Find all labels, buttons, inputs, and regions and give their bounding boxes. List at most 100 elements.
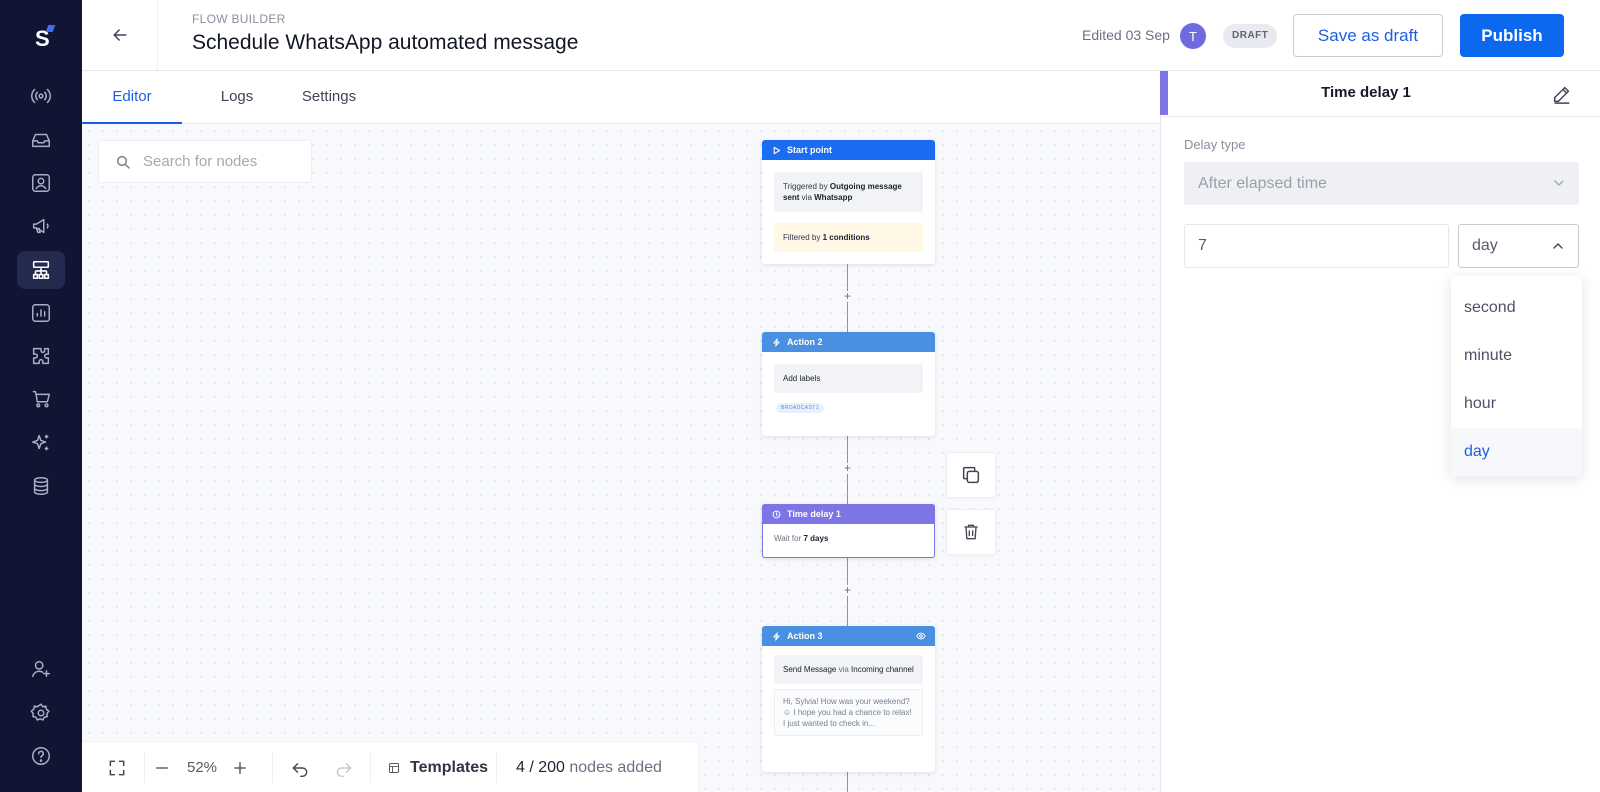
redo-icon [336,762,352,777]
nodes-count: 4 / 200 [516,758,565,776]
add-labels-chip: Add labels [774,364,923,393]
flow-canvas[interactable]: + + + Start point Triggered by Outgoing … [82,124,1160,792]
start-node[interactable]: Start point Triggered by Outgoing messag… [762,140,935,264]
zoom-in-button[interactable] [228,742,252,792]
sidebar-item-settings[interactable] [17,694,65,732]
left-sidebar: S [0,0,82,792]
chevron-up-icon [1553,243,1563,249]
sidebar-item-contacts[interactable] [17,164,65,202]
sidebar-item-integrations[interactable] [17,337,65,375]
sidebar-item-inbox[interactable] [17,121,65,159]
message-preview: Hi, Sylvia! How was your weekend? ☺ I ho… [774,689,923,736]
sidebar-item-reports[interactable] [17,294,65,332]
trigger-channel: Whatsapp [814,193,853,202]
broadcast-icon [31,88,51,104]
pencil-icon[interactable] [1551,83,1573,105]
cart-icon [32,390,50,408]
sidebar-item-campaigns[interactable] [17,207,65,245]
eye-icon[interactable] [916,631,926,641]
sidebar-item-ai[interactable] [17,424,65,462]
time-delay-title: Time delay 1 [787,509,841,519]
delay-unit-value: day [1472,237,1498,254]
delete-node-button[interactable] [946,509,996,555]
canvas-toolbar: 52% Templates 4 / 200 nodes added [82,741,699,792]
start-node-title: Start point [787,145,832,155]
action-3-title: Action 3 [787,631,823,641]
back-button[interactable] [82,0,158,70]
logo-accent [45,25,56,32]
unit-option-minute[interactable]: minute [1451,332,1582,380]
fit-view-button[interactable] [100,742,134,792]
tab-logs[interactable]: Logs [204,71,270,124]
unit-option-hour[interactable]: hour [1451,380,1582,428]
publish-button[interactable]: Publish [1460,14,1564,57]
filter-chip: Filtered by 1 conditions [774,223,923,252]
unit-option-day[interactable]: day [1451,428,1582,476]
delay-unit-select[interactable]: day [1458,224,1579,268]
integrations-icon [32,347,50,365]
tab-editor[interactable]: Editor [82,71,182,124]
action-3-node[interactable]: Action 3 Send Message via Incoming chann… [762,626,935,772]
delay-type-label: Delay type [1184,137,1246,152]
sidebar-item-help[interactable] [17,737,65,775]
duplicate-node-button[interactable] [946,452,996,498]
action-2-title: Action 2 [787,337,823,347]
sidebar-item-broadcast[interactable] [17,77,65,115]
copy-icon [962,466,980,484]
unit-option-second[interactable]: second [1451,284,1582,332]
page-eyebrow: FLOW BUILDER [192,12,286,26]
start-node-header: Start point [762,140,935,160]
add-node-button[interactable]: + [842,584,853,596]
sidebar-item-invite[interactable] [17,650,65,688]
chevron-down-icon [1554,180,1564,186]
action-3-header: Action 3 [762,626,935,646]
delay-unit-dropdown: second minute hour day [1451,276,1582,476]
send-message-via: via [836,665,852,674]
delay-amount-input[interactable]: 7 [1184,224,1449,268]
zoom-out-button[interactable] [150,742,174,792]
connector-line [847,772,848,792]
time-delay-node[interactable]: Time delay 1 Wait for 7 days [762,504,935,558]
contacts-icon [32,174,50,192]
add-node-button[interactable]: + [842,290,853,302]
lightning-icon [773,337,780,347]
delay-body: Wait for 7 days [763,524,934,553]
filter-value: 1 conditions [822,233,870,242]
arrow-left-icon [112,29,127,41]
page-header: FLOW BUILDER Schedule WhatsApp automated… [82,0,1600,71]
filter-prefix: Filtered by [783,233,823,242]
clock-icon [772,510,781,518]
node-search [98,140,312,183]
inbox-icon [32,133,50,148]
play-icon [773,146,781,154]
save-as-draft-button[interactable]: Save as draft [1293,14,1443,57]
search-input[interactable] [143,153,293,170]
templates-icon [389,762,399,773]
app-logo[interactable]: S [26,20,60,54]
sidebar-item-workflows[interactable] [17,251,65,289]
trigger-via: via [799,193,815,202]
templates-button[interactable]: Templates [388,742,488,792]
nodes-counter: 4 / 200 nodes added [516,742,676,792]
undo-button[interactable] [286,742,314,792]
megaphone-icon [32,218,49,234]
avatar[interactable]: T [1180,23,1206,49]
trigger-prefix: Triggered by [783,182,830,191]
delay-type-value: After elapsed time [1198,175,1327,192]
redo-button[interactable] [330,742,358,792]
trash-icon [964,524,978,540]
tab-settings[interactable]: Settings [289,71,369,124]
lightning-icon [773,631,780,641]
sidebar-item-commerce[interactable] [17,380,65,418]
node-settings-panel: Time delay 1 Delay type After elapsed ti… [1160,71,1600,792]
send-message-chip: Send Message via Incoming channel [774,655,923,684]
delay-type-select: After elapsed time [1184,162,1579,205]
action-2-node[interactable]: Action 2 Add labels BROADCAST1 [762,332,935,436]
sidebar-item-data[interactable] [17,467,65,505]
add-node-button[interactable]: + [842,462,853,474]
undo-icon [292,762,308,777]
tab-bar: Editor Logs Settings [82,71,1160,124]
page-title: Schedule WhatsApp automated message [192,31,579,54]
search-icon [116,155,130,169]
help-icon [32,747,50,765]
